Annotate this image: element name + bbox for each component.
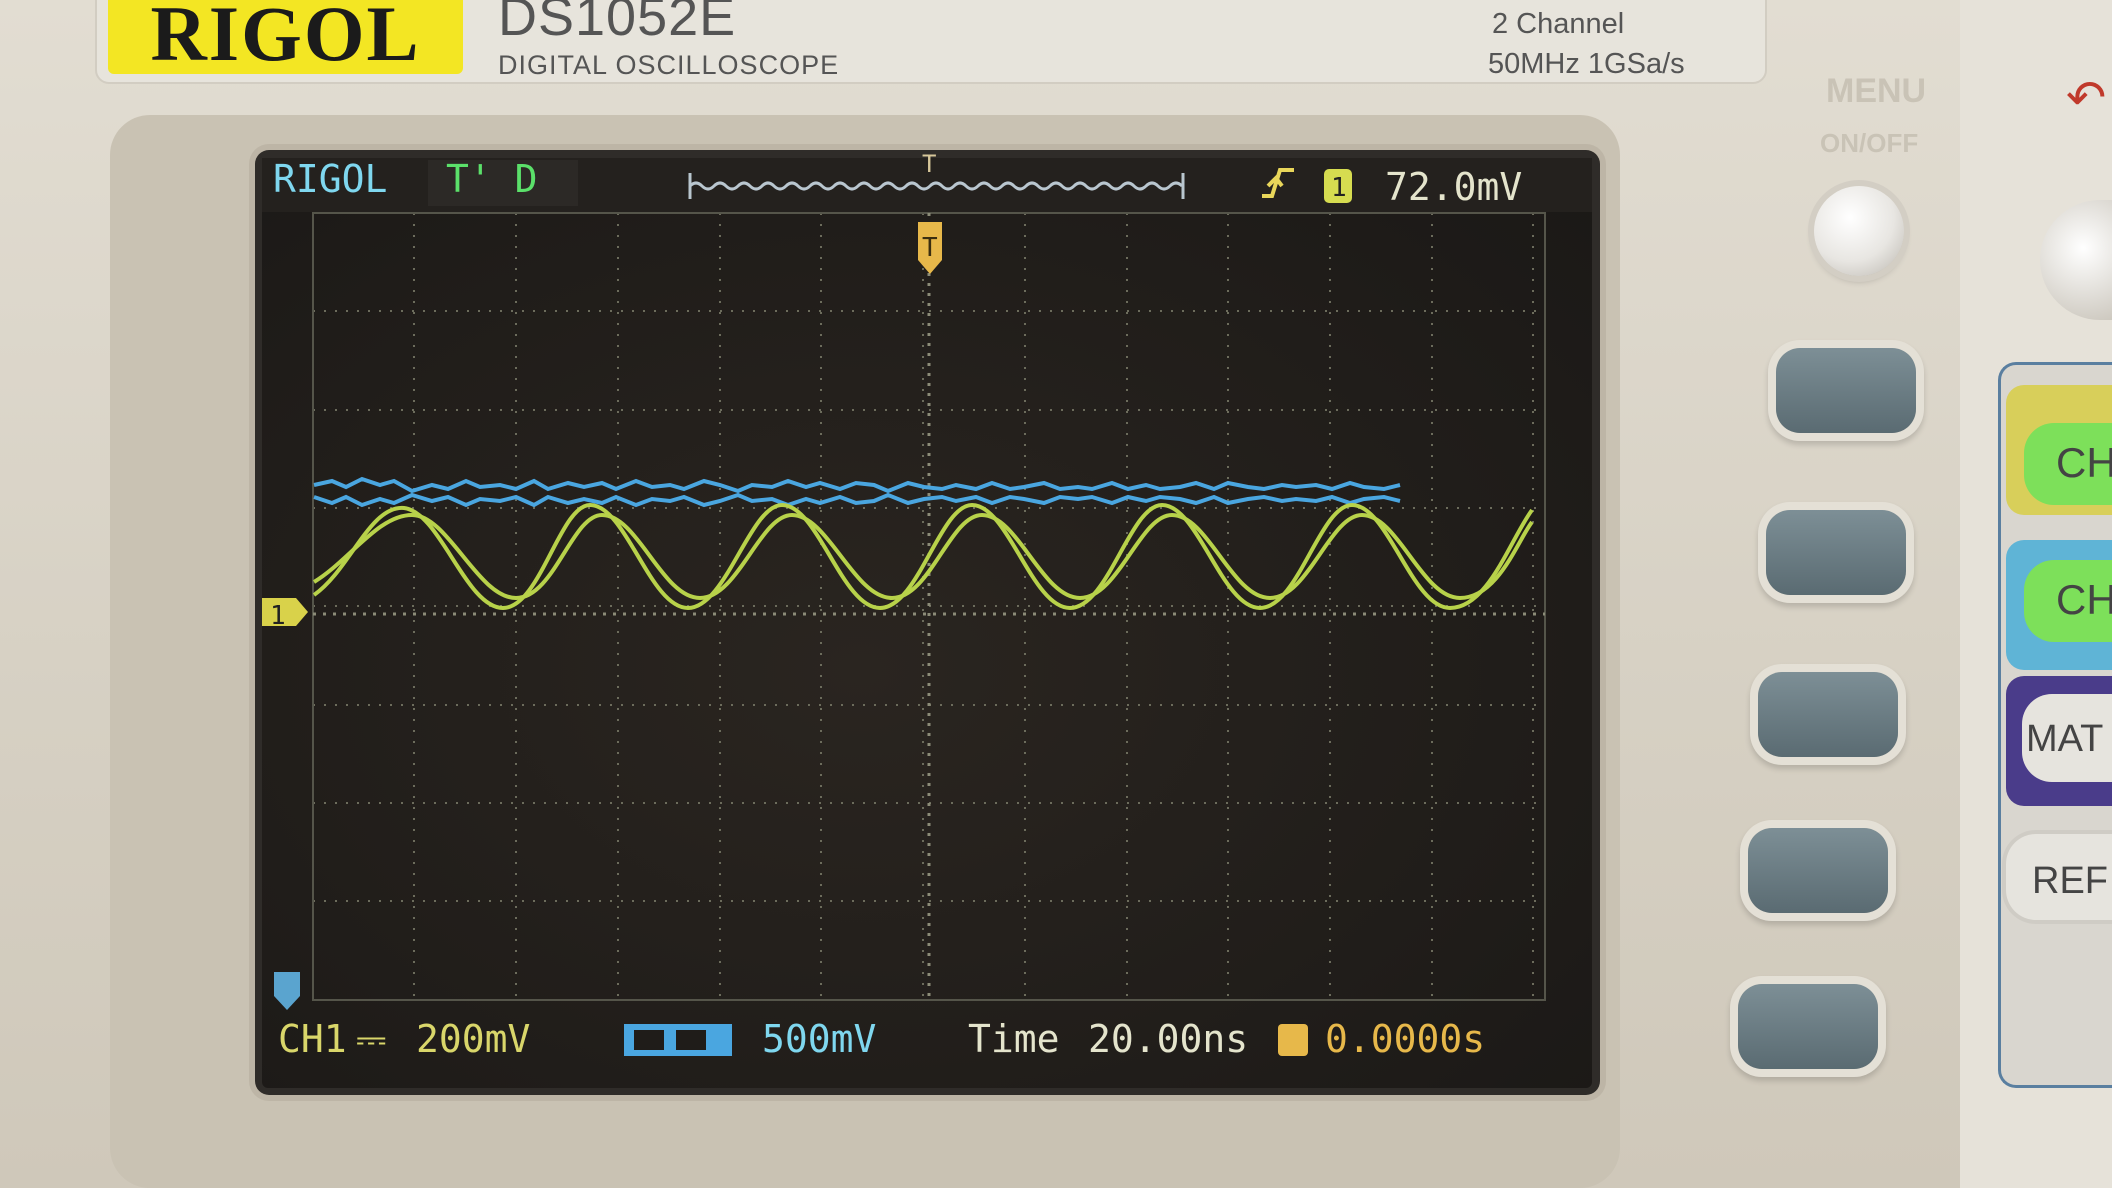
memory-bar [688, 173, 1185, 199]
svg-text:1: 1 [270, 601, 286, 631]
ref-button-label: REF [2032, 860, 2108, 902]
ch2-button-label: CH [2056, 576, 2112, 623]
menu-label: MENU [1826, 72, 1927, 110]
softkey-5[interactable] [1738, 984, 1878, 1069]
svg-text:1: 1 [1331, 173, 1347, 203]
softkey-4[interactable] [1748, 828, 1888, 913]
ch1-ground-marker: 1 [262, 598, 308, 631]
memory-trigger-marker: T [922, 150, 936, 178]
math-button-label: MAT [2026, 718, 2104, 760]
ref-button-frame: REF [2006, 820, 2112, 950]
ground-marker-icon [274, 972, 300, 1010]
undo-arrow-icon: ↶ [2066, 72, 2107, 125]
ch2-trace [313, 476, 1401, 508]
softkey-2[interactable] [1766, 510, 1906, 595]
ch1-trace [312, 502, 1534, 611]
menu-on-off-button[interactable] [1814, 186, 1904, 276]
math-button-frame: MAT [2006, 676, 2112, 806]
ch1-button-frame: CH [2006, 385, 2112, 515]
ch2-badge-icon [624, 1024, 732, 1056]
softkey-3[interactable] [1758, 672, 1898, 757]
onoff-label: ON/OFF [1820, 128, 1919, 158]
ch2-button-frame: CH [2006, 540, 2112, 670]
svg-text:T: T [922, 233, 938, 263]
softkey-1[interactable] [1776, 348, 1916, 433]
ch1-button-label: CH [2056, 439, 2112, 486]
rising-edge-icon [1262, 168, 1294, 198]
trigger-position-marker: T [918, 222, 942, 274]
trigger-offset-icon [1278, 1024, 1308, 1056]
